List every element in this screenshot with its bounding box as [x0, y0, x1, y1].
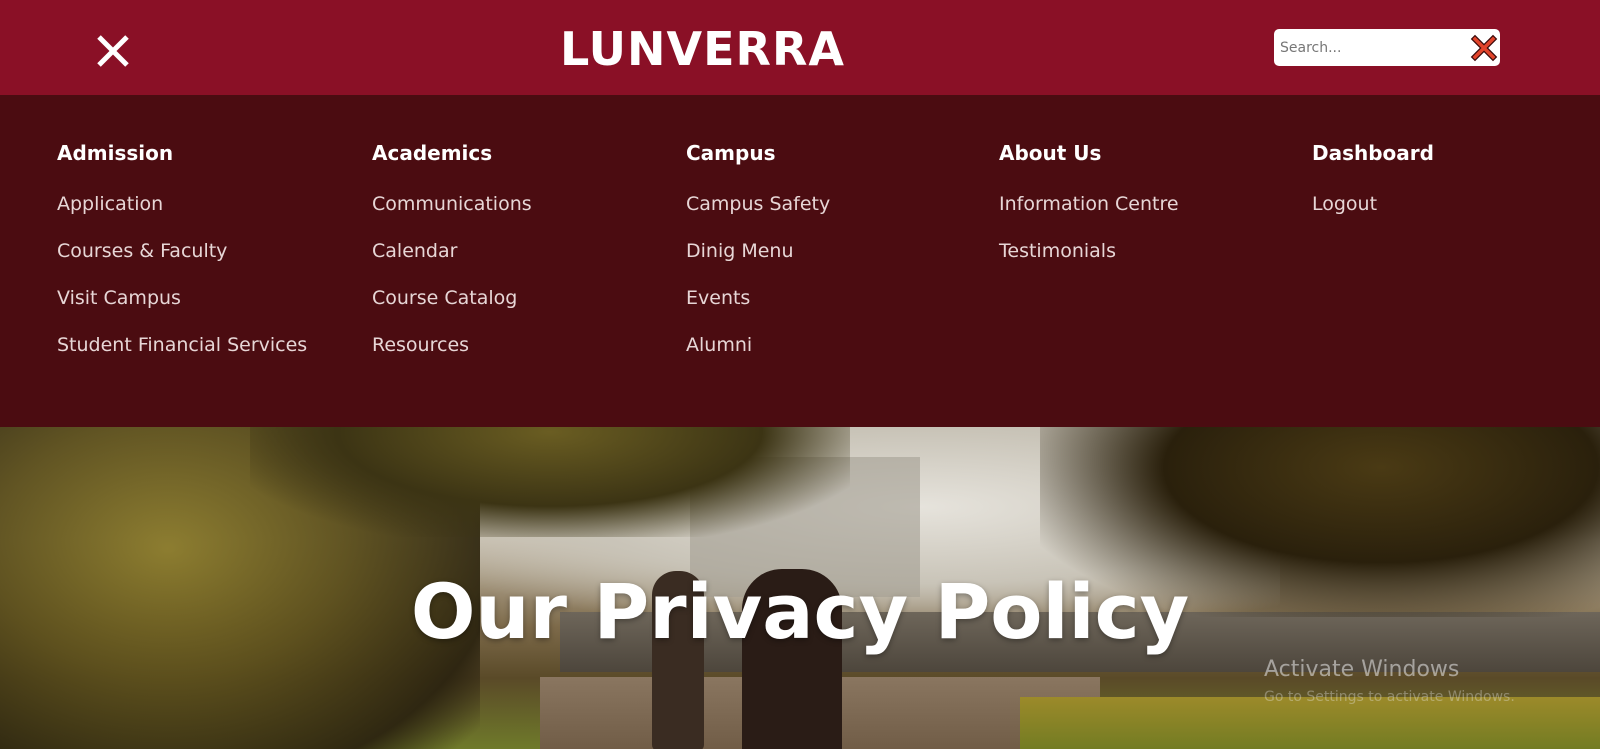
close-x-icon	[1470, 34, 1498, 62]
menu-item-information-centre[interactable]: Information Centre	[999, 191, 1299, 238]
menu-list-campus: Campus Safety Dinig Menu Events Alumni	[686, 191, 986, 379]
menu-item-courses-faculty[interactable]: Courses & Faculty	[57, 238, 357, 285]
menu-list-dashboard: Logout	[1312, 191, 1600, 238]
menu-item-testimonials[interactable]: Testimonials	[999, 238, 1299, 285]
search-box	[1274, 29, 1500, 66]
menu-list-academics: Communications Calendar Course Catalog R…	[372, 191, 672, 379]
menu-heading-academics[interactable]: Academics	[372, 141, 672, 167]
menu-item-communications[interactable]: Communications	[372, 191, 672, 238]
activate-windows-subtext: Go to Settings to activate Windows.	[1264, 689, 1515, 705]
menu-item-dining-menu[interactable]: Dinig Menu	[686, 238, 986, 285]
menu-item-visit-campus[interactable]: Visit Campus	[57, 285, 357, 332]
activate-windows-watermark: Activate Windows	[1264, 657, 1460, 682]
menu-item-events[interactable]: Events	[686, 285, 986, 332]
menu-heading-dashboard[interactable]: Dashboard	[1312, 141, 1600, 167]
search-input[interactable]	[1280, 34, 1460, 61]
menu-item-student-financial-services[interactable]: Student Financial Services	[57, 332, 357, 379]
menu-column-about-us: About Us Information Centre Testimonials	[999, 141, 1299, 285]
menu-item-alumni[interactable]: Alumni	[686, 332, 986, 379]
menu-item-resources[interactable]: Resources	[372, 332, 672, 379]
menu-heading-campus[interactable]: Campus	[686, 141, 986, 167]
hero-title: Our Privacy Policy	[410, 567, 1190, 656]
menu-item-application[interactable]: Application	[57, 191, 357, 238]
menu-column-academics: Academics Communications Calendar Course…	[372, 141, 672, 379]
menu-list-about-us: Information Centre Testimonials	[999, 191, 1299, 285]
hero-trees-top	[250, 427, 850, 537]
hero-banner: Our Privacy Policy Activate Windows Go t…	[0, 427, 1600, 749]
menu-column-dashboard: Dashboard Logout	[1312, 141, 1600, 238]
menu-item-course-catalog[interactable]: Course Catalog	[372, 285, 672, 332]
menu-heading-about-us[interactable]: About Us	[999, 141, 1299, 167]
menu-item-campus-safety[interactable]: Campus Safety	[686, 191, 986, 238]
menu-heading-admission[interactable]: Admission	[57, 141, 357, 167]
site-logo[interactable]: LUNVERRA	[0, 22, 1405, 76]
menu-item-logout[interactable]: Logout	[1312, 191, 1600, 238]
menu-column-campus: Campus Campus Safety Dinig Menu Events A…	[686, 141, 986, 379]
menu-column-admission: Admission Application Courses & Faculty …	[57, 141, 357, 379]
mega-menu: Admission Application Courses & Faculty …	[0, 95, 1600, 427]
site-header: LUNVERRA	[0, 0, 1600, 95]
menu-list-admission: Application Courses & Faculty Visit Camp…	[57, 191, 357, 379]
search-clear-button[interactable]	[1470, 34, 1498, 62]
menu-item-calendar[interactable]: Calendar	[372, 238, 672, 285]
